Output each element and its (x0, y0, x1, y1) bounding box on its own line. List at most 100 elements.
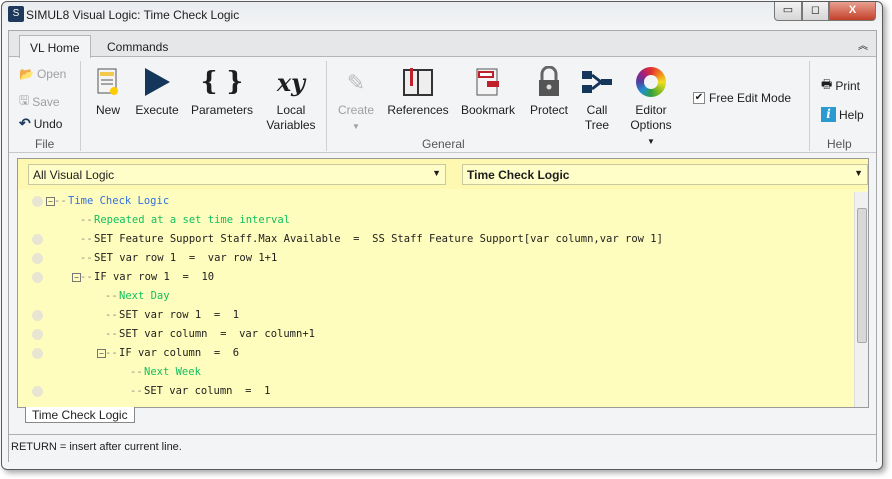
protect-label: Protect (529, 103, 568, 117)
bookmark-icon (459, 65, 517, 99)
breakpoint-dot[interactable] (32, 348, 43, 359)
code-line[interactable]: -- SET var row 1 = var row 1+1 (18, 249, 856, 268)
tab-commands[interactable]: Commands (97, 35, 178, 58)
parameters-button[interactable]: { } Parameters (191, 65, 253, 118)
call-label: Call (586, 103, 608, 117)
editor-options-button[interactable]: Editor Options ▼ (625, 65, 677, 149)
save-label: Save (32, 94, 60, 109)
breakpoint-dot[interactable] (32, 310, 43, 321)
code-line-text: Next Day (119, 290, 170, 302)
open-label: Open (36, 67, 67, 81)
free-edit-mode-checkbox[interactable]: ✔ Free Edit Mode (693, 91, 791, 105)
breakpoint-dot[interactable] (32, 386, 43, 397)
chevron-down-icon: ▼ (432, 168, 441, 178)
code-line[interactable]: -- Next Week (18, 363, 856, 382)
create-pencil-icon: ✎ (346, 69, 366, 95)
call-tree-button[interactable]: Call Tree (579, 65, 615, 133)
maximize-button[interactable]: ◻ (802, 2, 829, 21)
bookmark-label: Bookmark (460, 103, 516, 117)
logic-editor: All Visual Logic ▼ Time Check Logic ▼ − -- T… (17, 158, 869, 408)
code-line[interactable]: -- SET var column = 1 (18, 382, 856, 401)
call-tree-icon (579, 65, 615, 99)
open-button[interactable]: 📂 Open (19, 67, 66, 81)
bookmark-button[interactable]: Bookmark (459, 65, 517, 118)
undo-button[interactable]: ↶ Undo (19, 115, 62, 132)
code-line-text: SET var column = var column+1 (119, 328, 315, 340)
code-line-text: IF var column = 6 (119, 347, 240, 359)
code-line-text: SET var row 1 = var row 1+1 (94, 252, 278, 264)
chevron-down-icon: ▼ (854, 168, 863, 178)
group-general-label: General (422, 137, 465, 151)
new-label: New (95, 103, 120, 117)
undo-icon: ↶ (19, 115, 31, 131)
undo-label: Undo (33, 116, 63, 131)
code-view[interactable]: − -- Time Check Logic -- Repeated at a set t… (18, 192, 856, 407)
breakpoint-dot[interactable] (32, 253, 43, 264)
help-button[interactable]: i Help (821, 107, 864, 122)
new-button[interactable]: New (93, 65, 123, 118)
code-line-text: SET var row 1 = 1 (119, 309, 240, 321)
app-window: S SIMUL8 Visual Logic: Time Check Logic … (1, 1, 883, 470)
options-label: Options (630, 118, 672, 132)
play-icon (135, 65, 179, 99)
execute-label: Execute (135, 103, 179, 117)
tree-connector: -- (80, 214, 93, 226)
minimize-button[interactable]: ▭ (774, 2, 802, 21)
tree-connector: -- (80, 233, 93, 245)
printer-icon: 🖶 (821, 77, 833, 91)
window-title: SIMUL8 Visual Logic: Time Check Logic (26, 8, 240, 22)
code-line[interactable]: -- SET var row 1 = 1 (18, 306, 856, 325)
local-variables-button[interactable]: xy Local Variables (265, 65, 317, 133)
code-line[interactable]: -- SET Feature Support Staff.Max Availabl… (18, 230, 856, 249)
create-label: Create (337, 103, 375, 117)
code-line-text: Repeated at a set time interval (94, 214, 290, 226)
dropdown-arrow-icon: ▼ (352, 122, 360, 131)
code-line[interactable]: -- SET var column = var column+1 (18, 325, 856, 344)
protect-button[interactable]: Protect (527, 65, 571, 118)
breakpoint-dot[interactable] (32, 234, 43, 245)
code-line-text: Next Week (144, 366, 201, 378)
sheet-tab-time-check-logic[interactable]: Time Check Logic (25, 407, 135, 423)
info-icon: i (821, 107, 836, 122)
code-line-text: Time Check Logic (68, 195, 170, 207)
free-edit-mode-label: Free Edit Mode (709, 91, 792, 105)
code-line[interactable]: − -- IF var column = 6 (18, 344, 856, 363)
vertical-scrollbar[interactable] (854, 192, 868, 407)
variables-label: Variables (266, 118, 316, 132)
code-line[interactable]: − -- Time Check Logic (18, 192, 856, 211)
collapse-ribbon-icon[interactable]: ︽ (858, 37, 868, 52)
scope-dropdown[interactable]: All Visual Logic ▼ (28, 164, 446, 185)
breakpoint-dot[interactable] (32, 272, 43, 283)
scope-dropdown-value: All Visual Logic (33, 168, 115, 182)
code-line[interactable]: -- Repeated at a set time interval (18, 211, 856, 230)
editor-label: Editor (635, 103, 667, 117)
execute-button[interactable]: Execute (135, 65, 179, 118)
group-help-label: Help (827, 137, 852, 151)
tree-connector: -- (80, 271, 93, 283)
tab-vl-home[interactable]: VL Home (19, 35, 91, 58)
code-line[interactable]: − -- IF var row 1 = 10 (18, 268, 856, 287)
breakpoint-dot[interactable] (32, 196, 43, 207)
create-button[interactable]: ✎ Create ▼ (335, 65, 377, 134)
dropdown-arrow-icon: ▼ (647, 137, 655, 146)
color-wheel-icon (625, 65, 677, 99)
tree-connector: -- (54, 195, 67, 207)
code-line-text: IF var row 1 = 10 (94, 271, 215, 283)
simul8-app-icon: S (8, 6, 24, 22)
open-folder-icon: 📂 (19, 67, 34, 81)
logic-dropdown[interactable]: Time Check Logic ▼ (462, 164, 868, 185)
new-document-icon (93, 65, 123, 99)
logic-dropdown-value: Time Check Logic (467, 168, 570, 182)
code-line[interactable]: -- Next Day (18, 287, 856, 306)
code-line-text: SET var column = 1 (144, 385, 271, 397)
tree-connector: -- (105, 290, 118, 302)
close-button[interactable]: X (829, 2, 876, 21)
scrollbar-thumb[interactable] (857, 208, 867, 343)
print-button[interactable]: 🖶 Print (821, 75, 860, 96)
tree-connector: -- (105, 328, 118, 340)
breakpoint-dot[interactable] (32, 329, 43, 340)
code-line-text: SET Feature Support Staff.Max Available … (94, 233, 663, 245)
save-disk-icon: 🖫 (19, 93, 30, 107)
save-button[interactable]: 🖫 Save (19, 91, 60, 112)
references-button[interactable]: References (387, 65, 449, 118)
